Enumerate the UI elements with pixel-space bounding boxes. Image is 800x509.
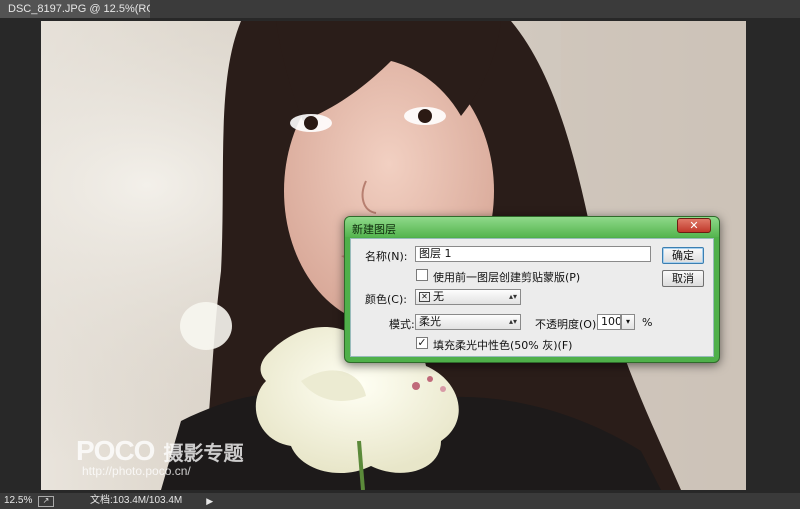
- color-select[interactable]: ✕ 无 ▴▾: [415, 289, 521, 305]
- dialog-titlebar[interactable]: 新建图层 ✕: [345, 217, 719, 237]
- layer-name-input[interactable]: 图层 1: [415, 246, 651, 262]
- status-menu-arrow-icon[interactable]: ▶: [206, 493, 213, 509]
- cancel-button[interactable]: 取消: [662, 270, 704, 287]
- clipping-mask-checkbox[interactable]: [416, 269, 428, 281]
- no-color-swatch-icon: ✕: [419, 292, 430, 302]
- name-label: 名称(N):: [365, 250, 408, 263]
- watermark-logo: POCO: [76, 435, 155, 466]
- fill-neutral-checkbox[interactable]: ✓: [416, 337, 428, 349]
- watermark-tagline: 摄影专题: [163, 443, 244, 465]
- blend-mode-select[interactable]: 柔光 ▴▾: [415, 314, 521, 330]
- ok-button[interactable]: 确定: [662, 247, 704, 264]
- close-button[interactable]: ✕: [677, 218, 711, 233]
- blend-mode-value: 柔光: [419, 315, 441, 328]
- color-value: 无: [433, 290, 444, 303]
- clipping-mask-label: 使用前一图层创建剪贴蒙版(P): [433, 271, 581, 284]
- new-layer-dialog: 新建图层 ✕ 名称(N): 图层 1 使用前一图层创建剪贴蒙版(P) 颜色(C)…: [344, 216, 720, 363]
- dialog-title: 新建图层: [352, 223, 396, 236]
- export-icon[interactable]: ↗: [38, 495, 54, 507]
- document-size: 文档:103.4M/103.4M: [90, 495, 183, 506]
- status-bar: 12.5% ↗ 文档:103.4M/103.4M ▶: [0, 493, 800, 509]
- opacity-label: 不透明度(O):: [535, 318, 600, 331]
- zoom-level[interactable]: 12.5%: [0, 493, 34, 509]
- opacity-dropdown-button[interactable]: ▾: [621, 314, 635, 330]
- tab-bar: [150, 0, 800, 18]
- opacity-input[interactable]: 100: [597, 314, 621, 330]
- dropdown-arrow-icon: ▴▾: [508, 317, 517, 326]
- opacity-unit: %: [642, 316, 653, 329]
- watermark: POCO 摄影专题 http://photo.poco.cn/: [76, 435, 244, 478]
- color-label: 颜色(C):: [365, 293, 407, 306]
- fill-neutral-label: 填充柔光中性色(50% 灰)(F): [433, 339, 573, 352]
- dropdown-arrow-icon: ▴▾: [508, 292, 517, 301]
- dialog-body: 名称(N): 图层 1 使用前一图层创建剪贴蒙版(P) 颜色(C): ✕ 无 ▴▾…: [350, 238, 714, 357]
- mode-label: 模式:: [389, 318, 415, 331]
